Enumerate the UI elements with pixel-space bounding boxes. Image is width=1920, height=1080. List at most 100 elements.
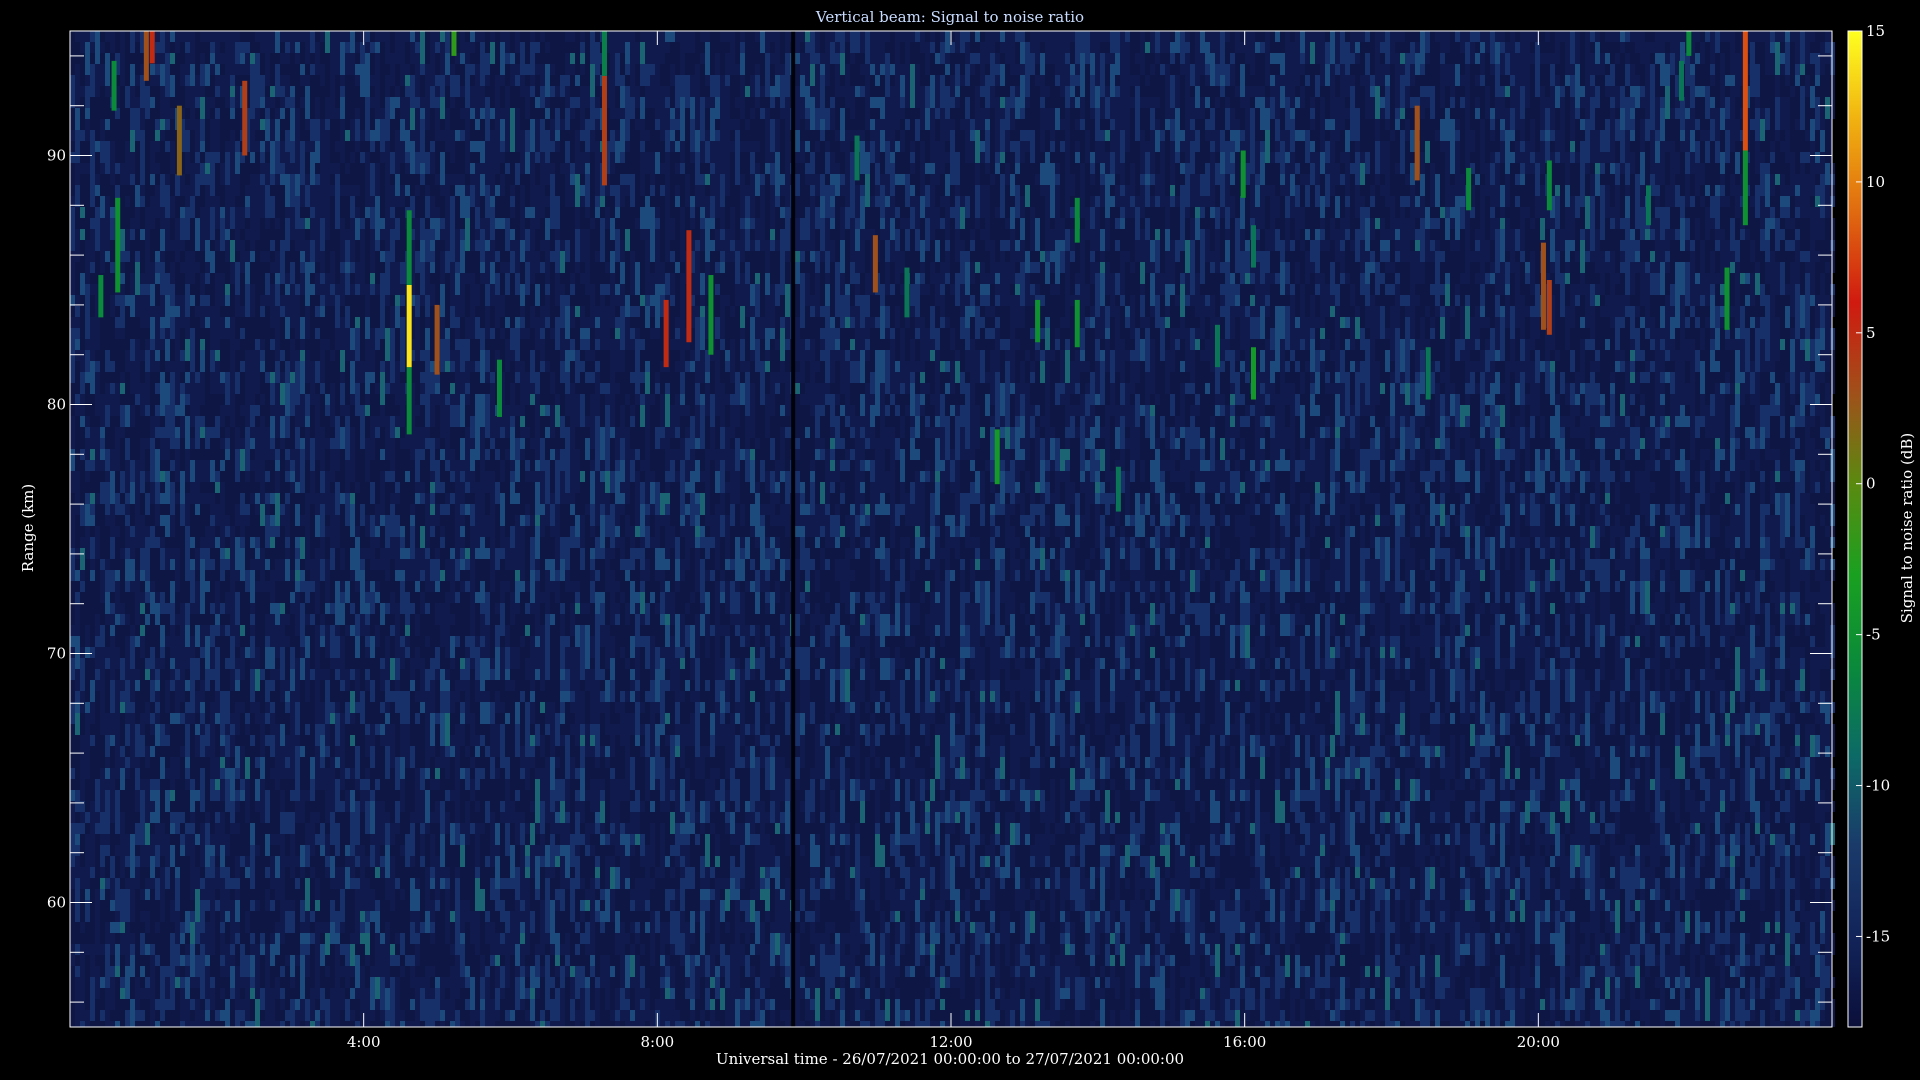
noise-cell — [105, 966, 110, 988]
noise-cell — [235, 196, 240, 207]
noise-cell — [285, 966, 290, 999]
noise-cell — [255, 878, 260, 900]
noise-cell — [110, 471, 115, 504]
noise-cell — [210, 1010, 215, 1027]
noise-cell — [395, 878, 400, 889]
noise-cell — [150, 394, 155, 416]
noise-cell — [675, 152, 680, 163]
noise-cell — [590, 724, 595, 735]
noise-cell — [70, 328, 75, 361]
noise-cell — [585, 922, 590, 944]
noise-cell — [440, 339, 445, 372]
noise-cell — [375, 394, 380, 405]
noise-cell — [225, 306, 230, 317]
noise-cell — [575, 966, 580, 999]
noise-cell — [605, 537, 610, 548]
noise-cell — [420, 1021, 425, 1027]
noise-cell — [475, 999, 480, 1010]
noise-cell — [330, 361, 335, 383]
noise-cell — [185, 108, 190, 119]
noise-cell — [585, 702, 590, 724]
noise-cell — [670, 42, 675, 53]
noise-cell — [375, 42, 380, 53]
noise-cell — [650, 812, 655, 823]
noise-cell — [70, 834, 75, 845]
noise-cell — [185, 240, 190, 251]
noise-cell — [540, 955, 545, 966]
noise-cell — [335, 636, 340, 658]
noise-cell — [365, 779, 370, 790]
noise-cell — [125, 779, 130, 801]
noise-cell — [395, 801, 400, 823]
noise-cell — [400, 86, 405, 97]
noise-cell — [590, 1021, 595, 1027]
noise-cell — [490, 702, 495, 724]
noise-cell — [555, 889, 560, 900]
noise-cell — [90, 779, 95, 801]
noise-cell — [475, 581, 480, 592]
noise-cell — [425, 548, 430, 559]
noise-cell — [165, 603, 170, 614]
noise-cell — [200, 295, 205, 306]
noise-cell — [560, 713, 565, 724]
noise-cell — [290, 471, 295, 482]
noise-cell — [300, 724, 305, 746]
noise-cell — [285, 449, 290, 460]
noise-cell — [545, 416, 550, 427]
noise-cell — [165, 75, 170, 97]
noise-cell — [295, 746, 300, 779]
noise-cell — [125, 680, 130, 713]
noise-cell — [340, 42, 345, 75]
noise-cell — [530, 284, 535, 306]
noise-cell — [385, 262, 390, 295]
noise-cell — [335, 603, 340, 625]
noise-cell — [380, 713, 385, 724]
noise-cell — [255, 152, 260, 163]
noise-cell — [625, 416, 630, 427]
noise-cell — [175, 405, 180, 416]
noise-cell — [325, 416, 330, 438]
noise-cell — [270, 108, 275, 119]
noise-cell — [275, 933, 280, 944]
noise-cell — [190, 658, 195, 669]
noise-cell — [205, 867, 210, 878]
noise-cell — [225, 559, 230, 570]
noise-cell — [255, 493, 260, 504]
noise-cell — [665, 867, 670, 878]
noise-cell — [485, 108, 490, 141]
noise-cell — [500, 141, 505, 152]
noise-cell — [230, 878, 235, 889]
noise-cell — [370, 31, 375, 42]
noise-cell — [160, 746, 165, 757]
noise-cell — [280, 86, 285, 97]
noise-cell — [490, 262, 495, 284]
noise-cell — [600, 933, 605, 955]
noise-cell — [640, 383, 645, 394]
noise-cell — [445, 471, 450, 493]
noise-cell — [675, 460, 680, 471]
noise-cell — [540, 559, 545, 592]
noise-cell — [375, 658, 380, 669]
noise-cell — [380, 361, 385, 372]
noise-cell — [115, 669, 120, 680]
noise-cell — [125, 64, 130, 86]
noise-cell — [365, 372, 370, 394]
noise-cell — [390, 977, 395, 1010]
noise-cell — [485, 240, 490, 251]
noise-cell — [200, 614, 205, 625]
noise-cell — [470, 31, 475, 42]
noise-cell — [160, 394, 165, 405]
noise-cell — [395, 581, 400, 603]
noise-cell — [250, 471, 255, 482]
noise-cell — [390, 350, 395, 383]
noise-cell — [140, 691, 145, 702]
noise-cell — [410, 31, 415, 42]
noise-cell — [455, 64, 460, 75]
noise-cell — [205, 317, 210, 328]
noise-cell — [355, 383, 360, 416]
noise-cell — [100, 482, 105, 504]
noise-cell — [75, 207, 80, 229]
noise-cell — [225, 570, 230, 592]
noise-cell — [125, 317, 130, 328]
noise-cell — [430, 944, 435, 955]
